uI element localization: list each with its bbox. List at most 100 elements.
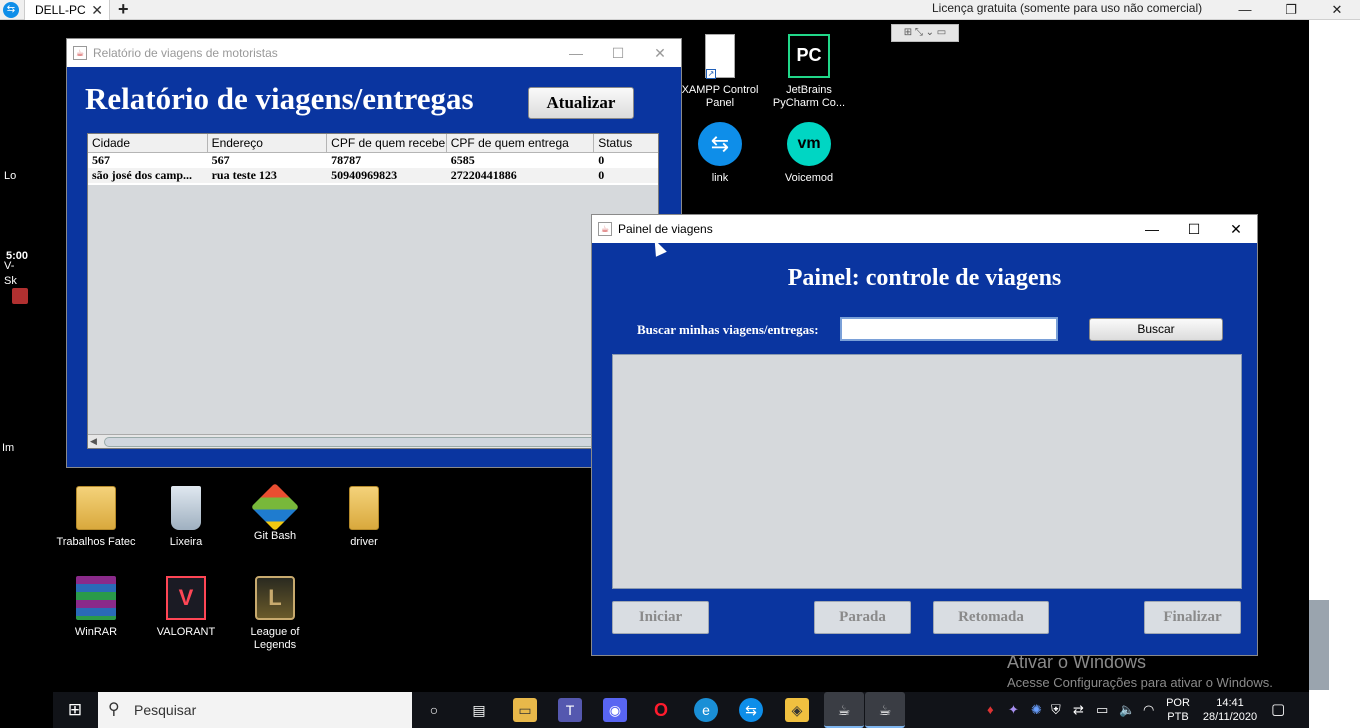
column-header-cpf-entrega[interactable]: CPF de quem entrega <box>447 134 595 152</box>
folder-icon <box>76 486 116 530</box>
iniciar-button[interactable]: Iniciar <box>612 601 709 634</box>
recycle-bin-icon <box>171 486 201 530</box>
remote-session-tab[interactable]: DELL-PC ✕ <box>24 0 110 20</box>
taskbar-search[interactable]: ⚲ Pesquisar <box>98 692 412 728</box>
side-panel-handle[interactable] <box>1309 600 1329 690</box>
table-header: Cidade Endereço CPF de quem recebe CPF d… <box>88 134 658 153</box>
desktop-icon-league-of-legends[interactable]: L League of Legends <box>230 576 320 652</box>
tray-icon[interactable]: ✺ <box>1031 702 1042 718</box>
column-header-endereco[interactable]: Endereço <box>208 134 328 152</box>
table-cell: 0 <box>598 168 605 182</box>
teamviewer-icon[interactable]: ⇆ <box>739 698 763 722</box>
shortcut-arrow-icon: ↗ <box>706 69 716 79</box>
table-cell: 78787 <box>331 153 362 167</box>
scroll-left-arrow-icon[interactable]: ◀ <box>90 436 97 447</box>
opera-gx-icon[interactable]: O <box>649 698 673 722</box>
desktop-icon-trabalhos-fatec[interactable]: Trabalhos Fatec <box>51 486 141 549</box>
task-view-icon[interactable]: ▤ <box>467 698 491 722</box>
painel-titlebar[interactable]: ☕ Painel de viagens — ☐ ✕ <box>592 215 1257 243</box>
relatorio-titlebar[interactable]: ☕ Relatório de viagens de motoristas — ☐… <box>67 39 681 67</box>
icon-label: Voicemod <box>784 172 834 184</box>
search-icon: ⚲ <box>108 701 120 718</box>
retomada-button[interactable]: Retomada <box>933 601 1049 634</box>
finalizar-button[interactable]: Finalizar <box>1144 601 1241 634</box>
scrollbar-thumb[interactable] <box>104 437 658 447</box>
app-icon[interactable]: ◈ <box>785 698 809 722</box>
valorant-icon: V <box>166 576 206 620</box>
restore-button[interactable]: ❐ <box>1268 0 1314 20</box>
desktop-icon-valorant[interactable]: V VALORANT <box>141 576 231 639</box>
table-cell: 27220441886 <box>450 168 517 182</box>
table-row[interactable]: são josé dos camp... rua teste 123 50940… <box>88 168 658 183</box>
parada-button[interactable]: Parada <box>814 601 911 634</box>
minimize-button[interactable]: — <box>1222 0 1268 20</box>
column-header-cidade[interactable]: Cidade <box>88 134 208 152</box>
table-row[interactable]: 567 567 78787 6585 0 <box>88 153 658 168</box>
tray-icon[interactable]: ✦ <box>1008 702 1019 718</box>
cortana-icon[interactable]: ○ <box>422 698 446 722</box>
table-cell: 50940969823 <box>331 168 398 182</box>
close-button[interactable]: ✕ <box>1215 215 1257 243</box>
winrar-icon <box>76 576 116 620</box>
relatorio-heading: Relatório de viagens/entregas <box>85 81 474 116</box>
desktop-icon-xampp[interactable]: ↗ XAMPP Control Panel <box>675 34 765 110</box>
windows-start-icon[interactable]: ⊞ <box>53 692 97 728</box>
notifications-icon[interactable]: ▢ <box>1271 700 1285 718</box>
java-app-icon[interactable]: ☕ <box>824 692 864 728</box>
icon-label: driver <box>350 536 378 548</box>
maximize-button[interactable]: ☐ <box>597 39 639 67</box>
language-indicator[interactable]: POR PTB <box>1163 696 1193 724</box>
taskbar-search-placeholder: Pesquisar <box>134 702 197 718</box>
minimize-button[interactable]: — <box>1131 215 1173 243</box>
git-bash-icon <box>250 482 300 532</box>
java-app-icon[interactable]: ☕ <box>865 692 905 728</box>
desktop-icon-link[interactable]: ⇆ link <box>675 122 765 185</box>
desktop-icon-pycharm[interactable]: PC JetBrains PyCharm Co... <box>764 34 854 110</box>
teamviewer-icon: ⇆ <box>698 122 742 166</box>
record-icon[interactable] <box>12 288 28 304</box>
edge-icon[interactable]: e <box>694 698 718 722</box>
document-icon: ↗ <box>705 34 735 79</box>
tray-icon[interactable]: ⇄ <box>1073 702 1084 718</box>
horizontal-scrollbar[interactable]: ◀ <box>88 434 658 448</box>
desktop-icon-lixeira[interactable]: Lixeira <box>141 486 231 549</box>
atualizar-button[interactable]: Atualizar <box>528 87 634 119</box>
painel-content: Painel: controle de viagens Buscar minha… <box>592 243 1257 655</box>
local-desktop-strip: Lo 5:00 V- Sk Im <box>0 20 53 728</box>
close-button[interactable]: ✕ <box>639 39 681 67</box>
teamviewer-logo-icon: ⇆ <box>3 2 19 18</box>
shield-icon[interactable]: ⛨ <box>1051 702 1061 718</box>
column-header-cpf-recebe[interactable]: CPF de quem recebe <box>327 134 447 152</box>
tray-icon[interactable]: ♦ <box>987 702 994 717</box>
table-cell: 6585 <box>450 153 475 167</box>
discord-icon[interactable]: ◉ <box>603 698 627 722</box>
pycharm-icon: PC <box>788 34 830 78</box>
buscar-button[interactable]: Buscar <box>1089 318 1223 341</box>
new-tab-button[interactable]: + <box>118 0 129 18</box>
desktop-icon-winrar[interactable]: WinRAR <box>51 576 141 639</box>
search-input[interactable] <box>840 317 1058 341</box>
teamviewer-remote-toolbar[interactable]: ⊞ ⤡ ⌄ ▭ <box>891 24 959 42</box>
windows-activation-watermark: Ativar o Windows Acesse Configurações pa… <box>1007 652 1273 690</box>
close-tab-icon[interactable]: ✕ <box>91 0 103 20</box>
table-cell: 567 <box>211 153 230 167</box>
close-button[interactable]: ✕ <box>1314 0 1360 20</box>
painel-heading: Painel: controle de viagens <box>787 265 1062 291</box>
teamviewer-bar: ⇆ DELL-PC ✕ + Licença gratuita (somente … <box>0 0 1360 20</box>
activation-subtitle: Acesse Configurações para ativar o Windo… <box>1007 675 1273 690</box>
license-text: Licença gratuita (somente para uso não c… <box>932 1 1203 15</box>
clock[interactable]: 14:41 28/11/2020 <box>1197 696 1263 724</box>
minimize-button[interactable]: — <box>555 39 597 67</box>
local-background-strip <box>1309 20 1360 728</box>
desktop-icon-driver[interactable]: driver <box>319 486 409 549</box>
table-cell: são josé dos camp... <box>92 168 193 182</box>
column-header-status[interactable]: Status <box>594 134 658 152</box>
desktop-icon-voicemod[interactable]: vm Voicemod <box>764 122 854 185</box>
desktop-icon-git-bash[interactable]: Git Bash <box>230 482 320 543</box>
speaker-icon[interactable]: 🔈 <box>1119 702 1135 718</box>
teams-icon[interactable]: T <box>558 698 582 722</box>
battery-icon[interactable]: ▭ <box>1096 702 1108 718</box>
wifi-icon[interactable]: ◠ <box>1143 702 1154 718</box>
file-explorer-icon[interactable]: ▭ <box>513 698 537 722</box>
maximize-button[interactable]: ☐ <box>1173 215 1215 243</box>
